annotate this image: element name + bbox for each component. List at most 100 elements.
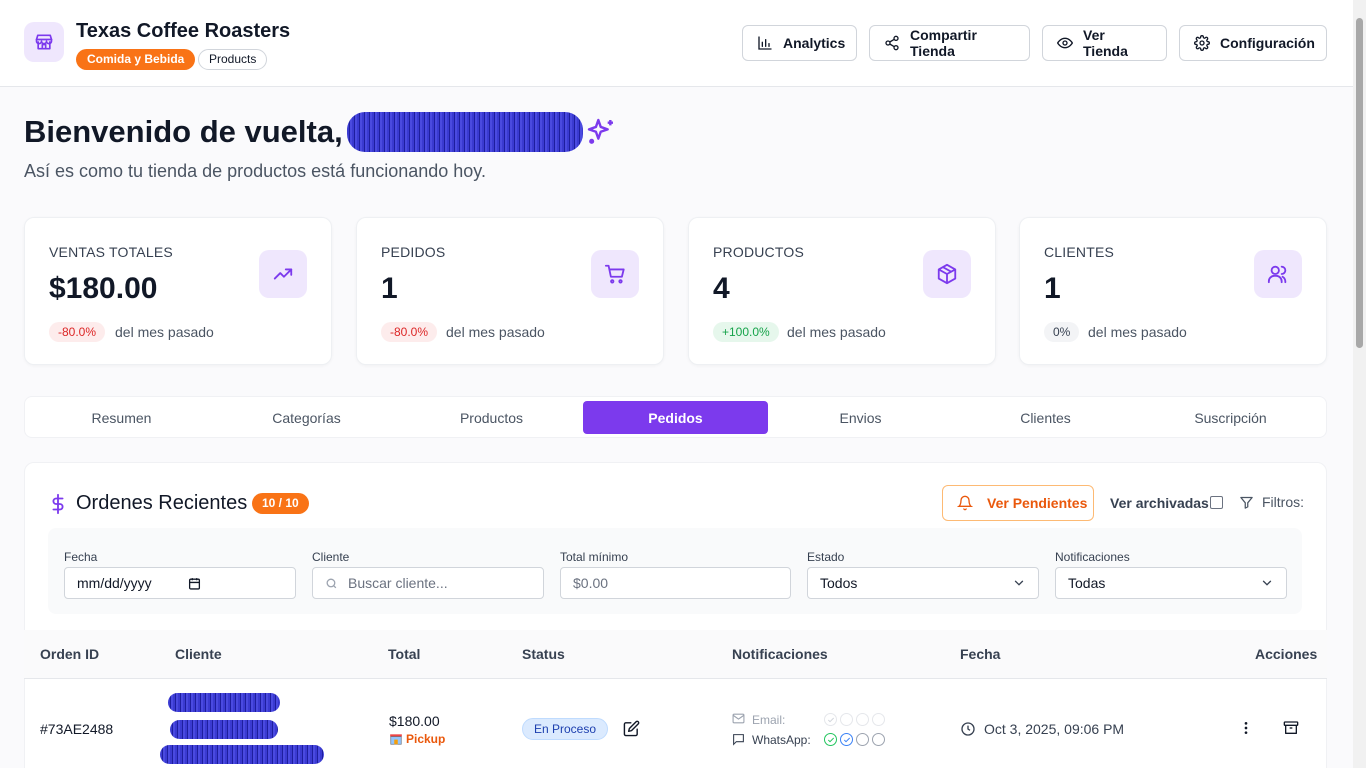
- orders-count-badge: 10 / 10: [252, 493, 309, 514]
- stat-value: 1: [1044, 272, 1061, 305]
- notif-filter-select[interactable]: Todas: [1055, 567, 1287, 599]
- redacted-client-email: [170, 720, 278, 739]
- stat-label: VENTAS TOTALES: [49, 244, 173, 260]
- redacted-client-phone: [160, 745, 324, 764]
- clock-icon: [960, 721, 976, 737]
- shopping-cart-icon: [591, 250, 639, 298]
- stat-card-orders: PEDIDOS 1 -80.0% del mes pasado: [356, 217, 664, 365]
- order-id[interactable]: #73AE2488: [40, 721, 113, 737]
- category-badge: Comida y Bebida: [76, 49, 196, 70]
- stat-change-badge: -80.0%: [49, 322, 106, 342]
- min-total-label: Total mínimo: [560, 550, 629, 564]
- tab-suscripcion[interactable]: Suscripción: [1138, 401, 1323, 434]
- share-label: Compartir Tienda: [910, 27, 977, 59]
- archive-icon[interactable]: [1283, 720, 1299, 736]
- stat-card-sales: VENTAS TOTALES $180.00 -80.0% del mes pa…: [24, 217, 332, 365]
- whatsapp-notif-status: [824, 733, 885, 746]
- tab-productos[interactable]: Productos: [399, 401, 584, 434]
- gear-icon: [1194, 35, 1210, 51]
- scrollbar-thumb[interactable]: [1356, 18, 1363, 348]
- empty-circle-icon: [856, 733, 869, 746]
- check-icon: [824, 713, 837, 726]
- stat-value: $180.00: [49, 272, 158, 305]
- notif-filter-label: Notificaciones: [1055, 550, 1130, 564]
- eye-icon: [1057, 35, 1073, 51]
- trending-up-icon: [259, 250, 307, 298]
- filters-toggle[interactable]: Filtros:: [1239, 494, 1304, 510]
- col-client[interactable]: Cliente: [175, 646, 222, 662]
- stat-label: CLIENTES: [1044, 244, 1115, 260]
- status-filter-label: Estado: [807, 550, 845, 564]
- analytics-label: Analytics: [783, 35, 846, 51]
- orders-heading: Ordenes Recientes: [50, 492, 247, 515]
- sparkles-icon: [585, 116, 617, 148]
- tab-resumen[interactable]: Resumen: [29, 401, 214, 434]
- stat-value: 4: [713, 272, 730, 305]
- client-filter-label: Cliente: [312, 550, 350, 564]
- section-tabs: Resumen Categorías Productos Pedidos Env…: [24, 396, 1327, 438]
- view-pending-button[interactable]: Ver Pendientes: [942, 485, 1094, 521]
- chevron-down-icon: [1260, 576, 1274, 590]
- share-store-button[interactable]: Compartir Tienda: [869, 25, 1030, 61]
- top-header: Texas Coffee Roasters Comida y Bebida Pr…: [0, 0, 1353, 87]
- mail-icon: [732, 713, 745, 724]
- page-scrollbar[interactable]: [1353, 0, 1366, 768]
- stat-card-products: PRODUCTOS 4 +100.0% del mes pasado: [688, 217, 996, 365]
- date-filter-label: Fecha: [64, 550, 98, 564]
- stat-note: del mes pasado: [115, 324, 214, 340]
- chat-icon: [732, 733, 745, 746]
- date-filter-input[interactable]: mm/dd/yyyy: [64, 567, 296, 599]
- stat-change-badge: -80.0%: [381, 322, 438, 342]
- notif-filter-value: Todas: [1068, 575, 1106, 591]
- col-date[interactable]: Fecha: [960, 646, 1000, 662]
- stat-change-badge: 0%: [1044, 322, 1080, 342]
- redacted-client-name: [168, 693, 280, 712]
- client-search-input[interactable]: Buscar cliente...: [312, 567, 544, 599]
- stat-value: 1: [381, 272, 398, 305]
- stat-note: del mes pasado: [1088, 324, 1187, 340]
- col-notifications[interactable]: Notificaciones: [732, 646, 828, 662]
- tab-envios[interactable]: Envios: [768, 401, 953, 434]
- stat-label: PEDIDOS: [381, 244, 446, 260]
- more-vertical-icon[interactable]: [1238, 720, 1254, 736]
- filter-icon: [1239, 495, 1254, 510]
- tab-clientes[interactable]: Clientes: [953, 401, 1138, 434]
- settings-button[interactable]: Configuración: [1179, 25, 1327, 61]
- stat-card-clients: CLIENTES 1 0% del mes pasado: [1019, 217, 1327, 365]
- empty-circle-icon: [872, 713, 885, 726]
- empty-circle-icon: [840, 713, 853, 726]
- min-total-input[interactable]: $0.00: [560, 567, 791, 599]
- chevron-down-icon: [1012, 576, 1026, 590]
- email-notif-label: Email:: [752, 713, 786, 727]
- store-icon: [389, 732, 403, 746]
- store-type-badge: Products: [198, 49, 268, 70]
- stat-label: PRODUCTOS: [713, 244, 804, 260]
- status-filter-select[interactable]: Todos: [807, 567, 1039, 599]
- check-icon: [824, 733, 837, 746]
- orders-title: Ordenes Recientes: [76, 492, 248, 514]
- client-search-placeholder: Buscar cliente...: [348, 575, 448, 591]
- col-status[interactable]: Status: [522, 646, 565, 662]
- delivery-label: Pickup: [406, 732, 446, 746]
- col-order-id[interactable]: Orden ID: [40, 646, 99, 662]
- tab-pedidos[interactable]: Pedidos: [583, 401, 768, 434]
- analytics-button[interactable]: Analytics: [742, 25, 857, 61]
- order-date: Oct 3, 2025, 09:06 PM: [984, 721, 1125, 737]
- view-store-button[interactable]: Ver Tienda: [1042, 25, 1167, 61]
- stat-change-badge: +100.0%: [713, 322, 779, 342]
- store-name: Texas Coffee Roasters: [76, 20, 291, 42]
- search-icon: [325, 577, 338, 590]
- redacted-user-name: [346, 112, 583, 152]
- bar-chart-icon: [757, 35, 773, 51]
- min-total-placeholder: $0.00: [573, 575, 609, 591]
- edit-status-icon[interactable]: [623, 720, 640, 737]
- col-total[interactable]: Total: [388, 646, 420, 662]
- archived-checkbox[interactable]: [1210, 496, 1223, 509]
- filters-label: Filtros:: [1262, 494, 1304, 510]
- store-icon: [24, 22, 64, 62]
- calendar-icon: [188, 577, 201, 590]
- share-icon: [884, 35, 900, 51]
- tab-categorias[interactable]: Categorías: [214, 401, 399, 434]
- status-badge: En Proceso: [522, 718, 609, 740]
- stat-note: del mes pasado: [787, 324, 886, 340]
